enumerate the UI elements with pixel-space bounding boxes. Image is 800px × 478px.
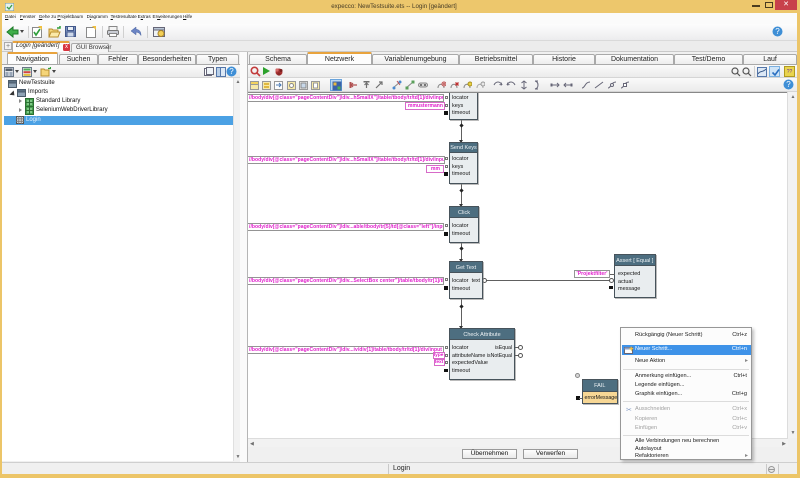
svg-text:?: ?	[786, 80, 791, 89]
svg-text:?: ?	[229, 67, 234, 76]
svg-text:?: ?	[775, 27, 780, 36]
